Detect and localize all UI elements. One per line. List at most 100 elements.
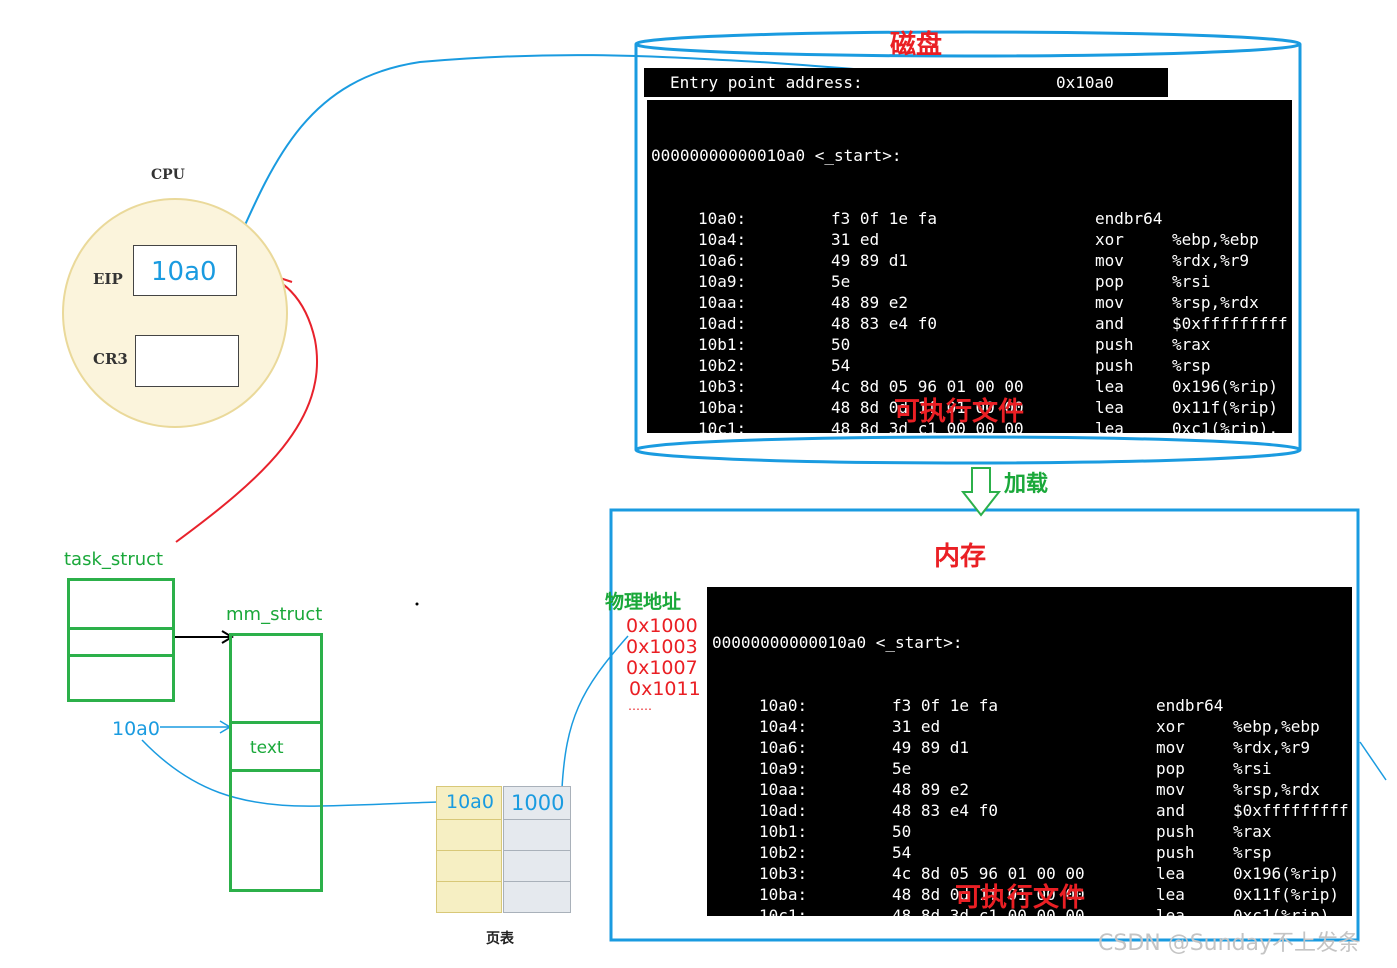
physical-address-item: 0x1011 (629, 678, 701, 700)
page-table-physical-cell: 1000 (503, 786, 571, 820)
instruction-op: lea (1095, 398, 1124, 417)
instruction-op: xor (1156, 717, 1185, 736)
page-table-row (436, 819, 502, 851)
instruction-bytes: 50 (892, 822, 912, 841)
physical-address-item: 0x1007 (626, 657, 698, 679)
instruction-args: %rsp (1172, 356, 1211, 375)
entry-point-value: 0x10a0 (1056, 73, 1114, 92)
instruction-op: push (1156, 843, 1195, 862)
instruction-bytes: 54 (892, 843, 912, 862)
instruction-args: 0x196(%rip) (1172, 377, 1278, 396)
instruction-addr: 10aa: (698, 293, 747, 312)
page-table-physical: 1000 (511, 791, 565, 815)
instruction-args: 0xc1(%rip), (1172, 419, 1278, 433)
instruction-op: push (1156, 822, 1195, 841)
page-table-label: 页表 (486, 931, 514, 947)
instruction-op: and (1095, 314, 1124, 333)
instruction-addr: 10b2: (759, 843, 808, 862)
page-table-row (503, 881, 571, 913)
instruction-addr: 10b3: (698, 377, 747, 396)
instruction-addr: 10ad: (759, 801, 808, 820)
instruction-op: lea (1156, 885, 1185, 904)
entry-point-label: Entry point address: (670, 73, 863, 92)
instruction-bytes: 48 83 e4 f0 (831, 314, 937, 333)
physical-address-title: 物理地址 (605, 591, 682, 613)
memory-caption: 可执行文件 (955, 883, 1086, 913)
instruction-row: 10a6: 49 89 d1 mov %rdx,%r9 (651, 250, 1292, 271)
instruction-op: xor (1095, 230, 1124, 249)
instruction-op: mov (1095, 293, 1124, 312)
disk-start-line: 00000000000010a0 <_start>: (651, 146, 902, 165)
instruction-op: lea (1095, 377, 1124, 396)
instruction-args: %rax (1233, 822, 1272, 841)
instruction-addr: 10a9: (698, 272, 747, 291)
instruction-args: %rsi (1172, 272, 1211, 291)
instruction-addr: 10aa: (759, 780, 808, 799)
instruction-op: lea (1095, 419, 1124, 433)
instruction-row: 10a9: 5e pop %rsi (651, 271, 1292, 292)
instruction-addr: 10c1: (759, 906, 808, 916)
eip-register: 10a0 (133, 245, 237, 296)
instruction-row: 10a4: 31 ed xor %ebp,%ebp (651, 229, 1292, 250)
instruction-bytes: 54 (831, 356, 851, 375)
instruction-bytes: 48 83 e4 f0 (892, 801, 998, 820)
page-table-virtual-cell: 10a0 (436, 786, 502, 820)
instruction-op: pop (1156, 759, 1185, 778)
instruction-addr: 10a6: (698, 251, 747, 270)
page-table-row (503, 850, 571, 882)
instruction-args: 0x11f(%rip) (1172, 398, 1278, 417)
instruction-args: $0xfffffffff (1172, 314, 1288, 333)
instruction-args: %rsp (1233, 843, 1272, 862)
instruction-bytes: 5e (831, 272, 851, 291)
instruction-addr: 10b1: (698, 335, 747, 354)
physical-address-item: 0x1000 (626, 615, 698, 637)
edge-mark (1359, 741, 1387, 781)
page-table-row (436, 881, 502, 913)
instruction-addr: 10a6: (759, 738, 808, 757)
instruction-op: endbr64 (1095, 209, 1163, 228)
virtual-address: 10a0 (112, 718, 160, 740)
instruction-addr: 10b2: (698, 356, 747, 375)
task-struct-cell (67, 654, 175, 702)
task-struct-label: task_struct (64, 549, 164, 570)
page-table-virtual: 10a0 (446, 791, 494, 813)
page-table-row (503, 819, 571, 851)
instruction-op: endbr64 (1156, 696, 1224, 715)
instruction-row: 10b1: 50 push %rax (712, 821, 1352, 842)
instruction-addr: 10ad: (698, 314, 747, 333)
instruction-op: push (1095, 335, 1134, 354)
instruction-addr: 10b3: (759, 864, 808, 883)
instruction-args: %rsp,%rdx (1172, 293, 1259, 312)
memory-title: 内存 (934, 542, 987, 572)
mm-struct-cell (229, 633, 323, 724)
cpu-title: CPU (151, 167, 185, 183)
instruction-args: 0xc1(%rip), (1233, 906, 1339, 916)
disk-caption: 可执行文件 (894, 397, 1025, 427)
instruction-addr: 10a4: (759, 717, 808, 736)
disk-disassembly-terminal: 00000000000010a0 <_start>: 10a0: f3 0f 1e… (647, 100, 1292, 433)
page-table-row (436, 850, 502, 882)
task-struct-cell (67, 578, 175, 630)
memory-disassembly-terminal: 00000000000010a0 <_start>: 10a0: f3 0f 1e… (707, 587, 1352, 916)
instruction-op: lea (1156, 864, 1185, 883)
mm-struct-label: mm_struct (226, 604, 323, 625)
instruction-args: $0xfffffffff (1233, 801, 1349, 820)
instruction-bytes: 5e (892, 759, 912, 778)
instruction-bytes: 48 89 e2 (892, 780, 970, 799)
physical-address-list: 0x1000 0x1003 0x1007 0x1011 …… (626, 615, 701, 713)
instruction-row: 10a0: f3 0f 1e fa endbr64 (651, 208, 1292, 229)
entry-point-header: Entry point address: 0x10a0 (644, 68, 1168, 97)
instruction-row: 10a0: f3 0f 1e fa endbr64 (712, 695, 1352, 716)
load-arrow (960, 467, 1002, 517)
instruction-addr: 10a0: (759, 696, 808, 715)
instruction-row: 10a9: 5e pop %rsi (712, 758, 1352, 779)
cr3-label: CR3 (93, 350, 128, 368)
instruction-addr: 10b1: (759, 822, 808, 841)
instruction-op: mov (1156, 738, 1185, 757)
instruction-args: %rdx,%r9 (1233, 738, 1311, 757)
instruction-op: mov (1156, 780, 1185, 799)
instruction-row: 10ad: 48 83 e4 f0 and $0xfffffffff (651, 313, 1292, 334)
memory-start-line: 00000000000010a0 <_start>: (712, 633, 963, 652)
instruction-bytes: 4c 8d 05 96 01 00 00 (831, 377, 1024, 396)
physical-address-ellipsis: …… (628, 699, 652, 713)
